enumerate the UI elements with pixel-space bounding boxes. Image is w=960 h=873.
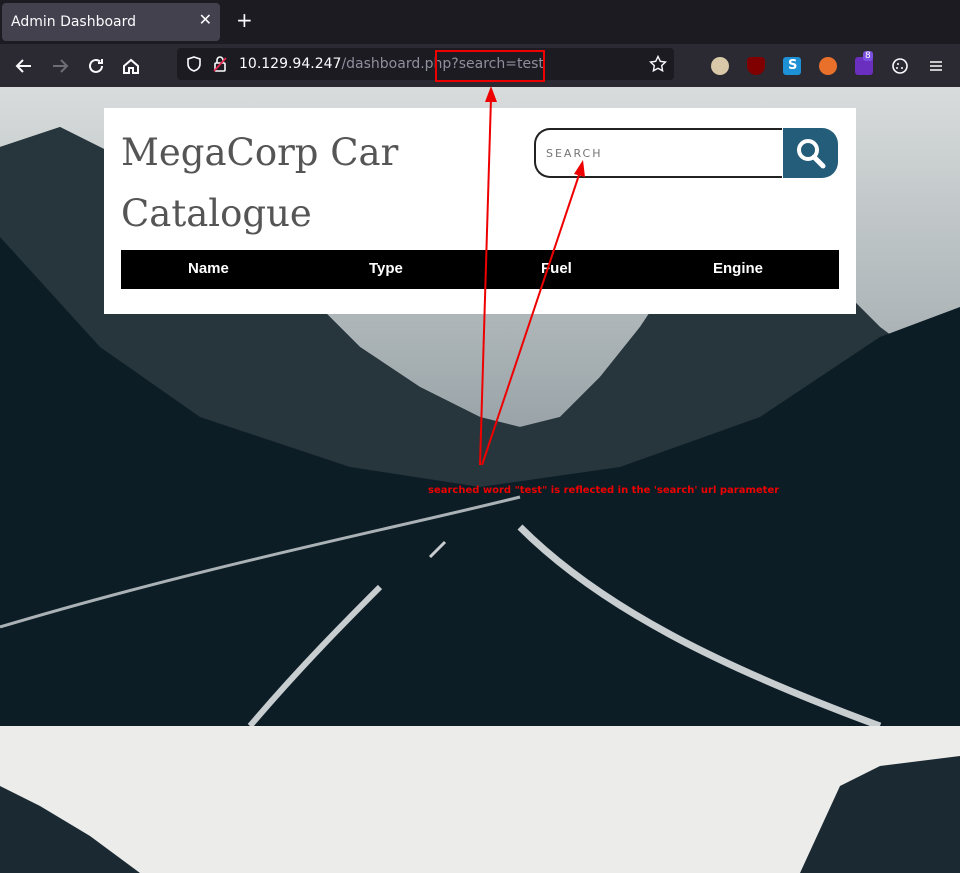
annotation-arrows <box>479 86 585 466</box>
arrow-to-search <box>481 171 581 466</box>
arrowhead-search <box>574 160 585 177</box>
arrow-to-url <box>479 97 492 466</box>
annotation-text: searched word "test" is reflected in the… <box>428 485 780 496</box>
arrowhead-url <box>485 86 497 102</box>
